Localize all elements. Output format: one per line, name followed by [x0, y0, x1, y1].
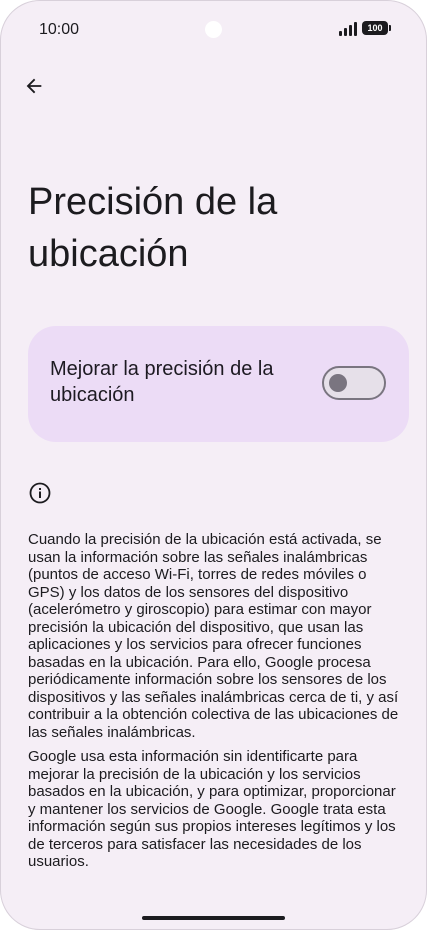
arrow-back-icon [26, 78, 42, 94]
page-title: Precisión de la ubicación [28, 181, 278, 275]
switch-knob [329, 374, 347, 392]
home-indicator[interactable] [142, 916, 285, 920]
info-icon [29, 482, 51, 504]
info-paragraph-2: Google usa esta información sin identifi… [28, 748, 396, 870]
signal-icon [339, 22, 359, 36]
status-time: 10:00 [39, 21, 80, 38]
back-button[interactable] [18, 70, 50, 102]
battery-tip [389, 25, 391, 31]
battery-icon: 100 [362, 21, 388, 35]
camera-cutout [205, 21, 222, 38]
phone-screen: 10:00 100 Precisión de la ubicación Mejo… [0, 0, 427, 930]
setting-label: Mejorar la precisión de la ubicación [50, 358, 274, 406]
status-bar: 10:00 100 [0, 0, 427, 60]
info-paragraph-1: Cuando la precisión de la ubicación está… [28, 531, 399, 741]
improve-location-accuracy-setting[interactable]: Mejorar la precisión de la ubicación [28, 326, 409, 442]
location-accuracy-switch[interactable] [322, 366, 386, 400]
